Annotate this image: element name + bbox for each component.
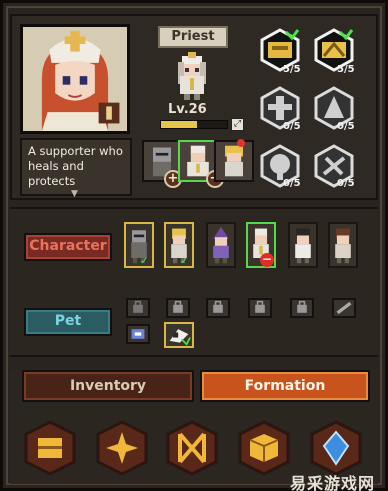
- remove-from-formation-button[interactable]: −: [260, 253, 274, 267]
- hero-description-text: A supporter who heals and protects: [28, 144, 123, 188]
- character-tab[interactable]: Character: [24, 233, 112, 261]
- chest-icon[interactable]: [22, 420, 78, 476]
- hero-description: A supporter who heals and protects: [20, 138, 132, 196]
- formation-tab[interactable]: Formation: [200, 370, 370, 402]
- equip-slot-blonde[interactable]: [214, 140, 254, 182]
- char-card-blonde[interactable]: [164, 222, 194, 268]
- char-card-dark-hair[interactable]: [288, 222, 318, 268]
- char-card-witch[interactable]: [206, 222, 236, 268]
- pet-slot-4[interactable]: [248, 298, 272, 318]
- gem-icon[interactable]: [308, 420, 364, 476]
- rune-icon[interactable]: [164, 420, 220, 476]
- description-more-icon[interactable]: ▼: [71, 189, 78, 199]
- pet-slot-1[interactable]: [126, 298, 150, 318]
- pet-tab[interactable]: Pet: [24, 308, 112, 336]
- hero-portrait: [20, 24, 130, 134]
- hero-sprite: [168, 52, 216, 100]
- skill-count-2: 5/5: [337, 64, 355, 75]
- skill-count-4: 0/5: [337, 121, 355, 132]
- skill-count-5: 0/5: [283, 178, 301, 189]
- pet-slot-3[interactable]: [206, 298, 230, 318]
- skill-count-6: 0/5: [337, 178, 355, 189]
- xp-bar: [160, 120, 228, 129]
- xp-bar-fill: [161, 121, 198, 128]
- pet-slot-bird[interactable]: [164, 322, 194, 348]
- char-card-knight[interactable]: [124, 222, 154, 268]
- pet-slot-7[interactable]: [126, 324, 150, 344]
- pet-slot-6[interactable]: [332, 298, 356, 318]
- skill-count-3: 0/5: [283, 121, 301, 132]
- check-icon: ✓: [140, 256, 149, 267]
- check-icon-2: ✓: [180, 256, 189, 267]
- inventory-tab[interactable]: Inventory: [22, 370, 194, 402]
- skill-count-1: 5/5: [283, 64, 301, 75]
- alert-dot: [237, 139, 245, 147]
- class-name-banner: Priest: [158, 26, 228, 48]
- site-watermark: 易采游戏网: [290, 474, 376, 491]
- char-card-brown-hair[interactable]: [328, 222, 358, 268]
- pet-slot-2[interactable]: [166, 298, 190, 318]
- expand-icon[interactable]: ⤢: [231, 118, 244, 131]
- hero-level: Lv.26: [168, 102, 207, 117]
- box-icon[interactable]: [236, 420, 292, 476]
- pet-slot-5[interactable]: [290, 298, 314, 318]
- cross-icon[interactable]: [94, 420, 150, 476]
